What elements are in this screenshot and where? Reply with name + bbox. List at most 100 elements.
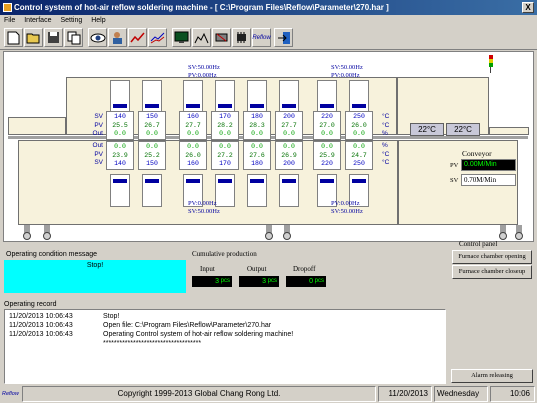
top-right-fan-sv: SV:50.00Hz	[331, 64, 363, 71]
lower-zone-2: 0.0 25.2 150	[138, 141, 166, 170]
input-label: Input	[200, 265, 215, 273]
title-bar: Control system of hot-air reflow solderi…	[0, 0, 537, 15]
upper-fan-4	[215, 80, 235, 113]
log-row: 11/20/2013 10:06:43 Open file: C:\Program…	[9, 321, 441, 330]
upper-fan-6	[279, 80, 299, 113]
conveyor-pv-value: 0.00M/Min	[461, 159, 516, 171]
alarm-releasing-button[interactable]: Alarm releasing	[451, 369, 533, 383]
lower-unit-c: °C	[382, 150, 390, 158]
lower-zone-8: 0.0 24.7 250	[345, 141, 373, 170]
wheel-icon	[23, 232, 31, 240]
monitor-icon[interactable]	[172, 28, 191, 47]
menu-file[interactable]: File	[4, 17, 15, 24]
wheel-icon	[515, 232, 523, 240]
app-icon	[3, 3, 12, 12]
log-row: 11/20/2013 10:06:43 Operating Control sys…	[9, 330, 441, 339]
menu-bar: File Interface Setting Help	[0, 15, 537, 26]
window-title: Control system of hot-air reflow solderi…	[14, 3, 389, 12]
operating-record-log[interactable]: 11/20/2013 10:06:43 Stop! 11/20/2013 10:0…	[4, 309, 446, 384]
production-panel: Cumulative production Input Output Dropo…	[192, 250, 352, 294]
menu-interface[interactable]: Interface	[24, 17, 51, 24]
furnace-open-button[interactable]: Furnace chamber opening	[452, 250, 532, 264]
bottom-left-fan-pv: PV:0.00Hz	[188, 200, 217, 207]
output-label: Output	[247, 265, 267, 273]
lower-unit-pct: %	[382, 142, 388, 149]
dropoff-label: Dropoff	[293, 265, 316, 273]
copyright-text: Copyright 1999-2013 Global Chang Rong Lt…	[22, 386, 376, 402]
reflow-logo-icon[interactable]: Reflow	[252, 28, 271, 47]
input-counter: 3 pcs	[192, 276, 232, 287]
conveyor-sv-label: SV	[450, 176, 459, 184]
furnace-close-button[interactable]: Furnace chamber closeup	[452, 265, 532, 279]
upper-fan-3	[183, 80, 203, 113]
exit-section	[489, 127, 529, 135]
log-row: ************************************	[9, 339, 441, 348]
lower-sv-label: SV	[94, 159, 103, 166]
upper-unit-c2: °C	[382, 121, 390, 129]
upper-fan-1	[110, 80, 130, 113]
cooling-temp-2: 22°C	[446, 123, 480, 136]
reflow-status-logo: Reflow	[2, 391, 19, 397]
chart-icon[interactable]	[128, 28, 147, 47]
dropoff-counter: 0 pcs	[286, 276, 326, 287]
copy-pages-icon[interactable]	[64, 28, 83, 47]
conveyor-pv-label: PV	[450, 161, 459, 169]
wheel-icon	[43, 232, 51, 240]
status-date: 11/20/2013	[378, 386, 432, 402]
bottom-right-fan-pv: PV:0.00Hz	[331, 200, 360, 207]
sensor-icon[interactable]	[212, 28, 231, 47]
lower-zone-4: 0.0 27.2 170	[211, 141, 239, 170]
lower-out-label: Out	[92, 142, 103, 149]
status-bar: Reflow Copyright 1999-2013 Global Chang …	[0, 385, 537, 403]
menu-setting[interactable]: Setting	[60, 17, 82, 24]
input-unit: pcs	[220, 278, 230, 284]
exit-icon[interactable]	[274, 28, 293, 47]
control-panel-title: Control panel	[459, 240, 498, 248]
operating-condition-title: Operating condition message	[6, 251, 98, 258]
upper-pv-label: PV	[94, 121, 103, 129]
conveyor-title: Conveyor	[462, 149, 492, 158]
upper-zone-8: 250 26.0 0.0	[345, 111, 373, 140]
log-text: Operating Control system of hot-air refl…	[103, 331, 294, 338]
cooling-temp-1: 22°C	[410, 123, 444, 136]
chip-icon[interactable]	[232, 28, 251, 47]
log-text: ************************************	[103, 340, 202, 347]
upper-fan-5	[247, 80, 267, 113]
close-button[interactable]: X	[522, 2, 534, 13]
view-eye-icon[interactable]	[88, 28, 107, 47]
upper-fan-7	[317, 80, 337, 113]
lower-pv-label: PV	[94, 150, 103, 158]
log-text: Open file: C:\Program Files\Reflow\Param…	[103, 322, 272, 329]
signal-tower-icon	[489, 55, 493, 73]
operator-icon[interactable]	[108, 28, 127, 47]
chip-profile-icon[interactable]	[192, 28, 211, 47]
save-icon[interactable]	[44, 28, 63, 47]
top-left-fan-sv: SV:50.00Hz	[188, 64, 220, 71]
status-day: Wednesday	[434, 386, 488, 402]
input-value: 3	[215, 278, 219, 285]
lower-zone-6: 0.0 26.9 200	[275, 141, 303, 170]
upper-fan-2	[142, 80, 162, 113]
upper-zone-2: 150 26.7 0.0	[138, 111, 166, 140]
upper-zone-3: 160 27.7 0.0	[179, 111, 207, 140]
wheel-icon	[283, 232, 291, 240]
wheel-icon	[499, 232, 507, 240]
open-folder-icon[interactable]	[24, 28, 43, 47]
bottom-left-fan-sv: SV:50.00Hz	[188, 208, 220, 215]
upper-zone-6: 200 27.7 0.0	[275, 111, 303, 140]
new-file-icon[interactable]	[4, 28, 23, 47]
bottom-right-fan-sv: SV:50.00Hz	[331, 208, 363, 215]
log-text: Stop!	[103, 313, 120, 320]
output-unit: pcs	[267, 278, 277, 284]
conveyor-sv-value[interactable]: 0.70M/Min	[461, 174, 516, 186]
upper-zone-5: 180 28.3 0.0	[243, 111, 271, 140]
operating-record-title: Operating record	[4, 301, 57, 308]
menu-help[interactable]: Help	[91, 17, 105, 24]
output-counter: 3 pcs	[239, 276, 279, 287]
lower-fan-4	[215, 174, 235, 207]
upper-zone-1: 140 25.5 0.0	[106, 111, 134, 140]
lower-fan-1	[110, 174, 130, 207]
top-right-fan-pv: PV:0.00Hz	[331, 72, 360, 79]
dropoff-unit: pcs	[314, 278, 324, 284]
chart-lines-icon[interactable]	[148, 28, 167, 47]
